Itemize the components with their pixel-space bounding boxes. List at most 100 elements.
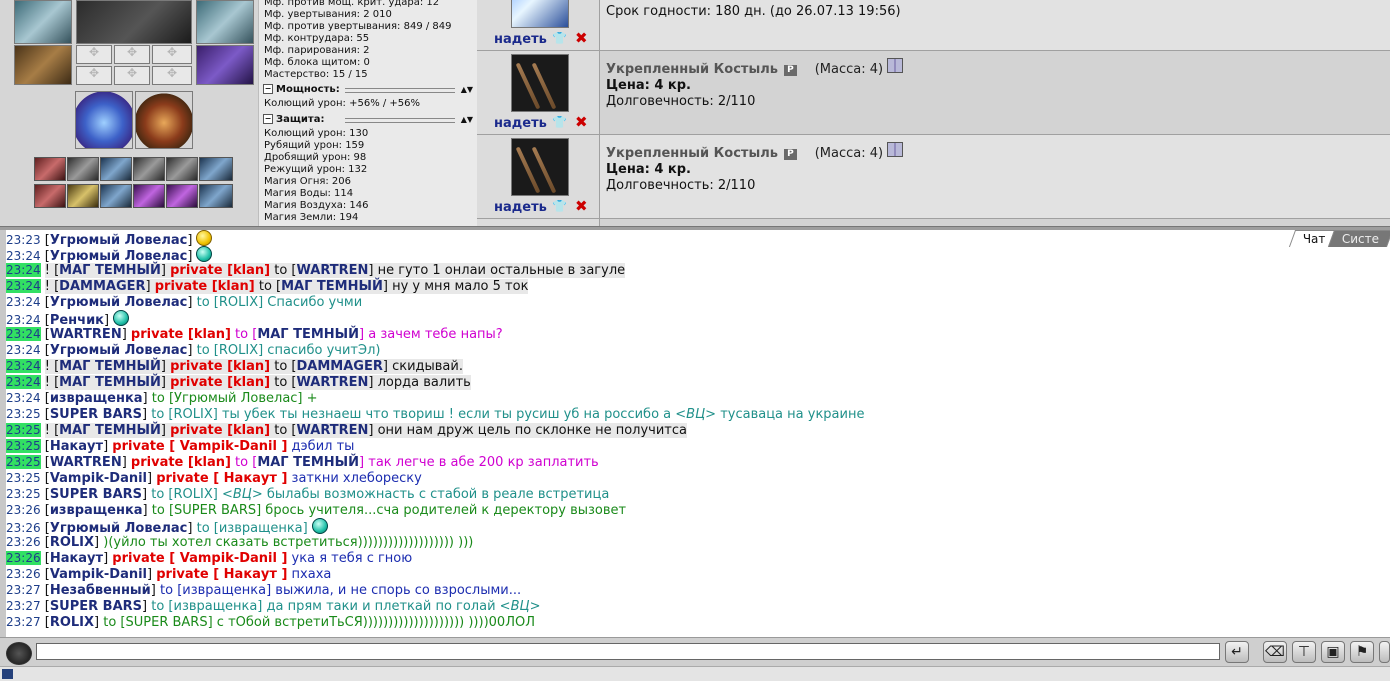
user-nick[interactable]: Vampik-Danil	[50, 471, 147, 486]
shirt-icon[interactable]: 👕	[552, 115, 567, 129]
put-on-link[interactable]: надеть	[494, 32, 547, 47]
chat-avatar-icon[interactable]	[6, 642, 32, 665]
message-time[interactable]: 23:23	[6, 233, 41, 247]
message-time[interactable]: 23:24	[6, 279, 41, 293]
equipment-slot-belt[interactable]	[14, 45, 72, 85]
message-time[interactable]: 23:25	[6, 423, 41, 437]
message-time[interactable]: 23:25	[6, 487, 41, 501]
defense-section-header[interactable]: − Защита: ▲▼	[263, 114, 473, 125]
user-nick[interactable]: DAMMAGER	[59, 279, 146, 294]
message-time[interactable]: 23:26	[6, 521, 41, 535]
message-time[interactable]: 23:26	[6, 503, 41, 517]
user-nick[interactable]: МАГ ТЕМНЫЙ	[59, 423, 161, 438]
skill-icon[interactable]	[100, 157, 132, 181]
settings-icon[interactable]	[1379, 641, 1390, 663]
scroll-arrows-icon[interactable]: ▲▼	[461, 84, 473, 95]
message-time[interactable]: 23:26	[6, 567, 41, 581]
user-nick[interactable]: МАГ ТЕМНЫЙ	[281, 279, 383, 294]
skill-icon[interactable]	[199, 184, 233, 208]
skill-icon[interactable]	[166, 157, 198, 181]
user-nick[interactable]: Vampik-Danil	[50, 567, 147, 582]
user-nick[interactable]: WARTREN	[50, 327, 122, 342]
enter-icon[interactable]: ↵	[1225, 641, 1249, 663]
message-time[interactable]: 23:25	[6, 455, 41, 469]
equipment-slot-armor[interactable]	[14, 0, 72, 44]
skill-icon[interactable]	[100, 184, 132, 208]
skill-icon[interactable]	[133, 157, 165, 181]
power-section-header[interactable]: − Мощность: ▲▼	[263, 84, 473, 95]
ring-slot-empty[interactable]	[114, 45, 150, 64]
user-nick[interactable]: WARTREN	[296, 375, 369, 390]
equipment-slot-weapon[interactable]	[196, 0, 254, 44]
user-nick[interactable]: Незабвенный	[50, 583, 151, 598]
user-nick[interactable]: ROLIX	[50, 535, 94, 550]
run-icon[interactable]: ⚑	[1350, 641, 1374, 663]
user-nick[interactable]: Накаут	[50, 551, 103, 566]
message-time[interactable]: 23:26	[6, 551, 41, 565]
user-nick[interactable]: WARTREN	[296, 423, 369, 438]
skill-icon[interactable]	[166, 184, 198, 208]
message-time[interactable]: 23:25	[6, 471, 41, 485]
gift-icon[interactable]	[887, 58, 904, 73]
equipment-slot-bag[interactable]	[75, 91, 133, 149]
rune-slot-empty[interactable]	[152, 66, 192, 85]
rune-slot-empty[interactable]	[114, 66, 150, 85]
scroll-arrows-icon[interactable]: ▲▼	[461, 114, 473, 125]
save-icon[interactable]: ▣	[1321, 641, 1345, 663]
user-nick[interactable]: Накаут	[50, 439, 103, 454]
collapse-icon[interactable]: −	[263, 84, 273, 94]
equipment-slot-amulet[interactable]	[135, 91, 193, 149]
user-nick[interactable]: WARTREN	[50, 455, 122, 470]
message-time[interactable]: 23:24	[6, 313, 41, 327]
message-time[interactable]: 23:24	[6, 263, 41, 277]
user-nick[interactable]: МАГ ТЕМНЫЙ	[257, 455, 359, 470]
user-nick[interactable]: МАГ ТЕМНЫЙ	[59, 263, 161, 278]
user-nick[interactable]: Угрюмый Ловелас	[50, 295, 188, 310]
equipment-slot-boots[interactable]	[196, 45, 254, 85]
user-nick[interactable]: ROLIX	[50, 615, 94, 630]
user-nick[interactable]: извращенка	[50, 503, 143, 518]
delete-icon[interactable]: ✖	[575, 29, 588, 47]
put-on-link[interactable]: надеть	[494, 116, 547, 131]
skill-icon[interactable]	[34, 157, 66, 181]
tab-system[interactable]: Систе	[1327, 230, 1390, 247]
message-time[interactable]: 23:27	[6, 615, 41, 629]
shirt-icon[interactable]: 👕	[552, 31, 567, 45]
skill-icon[interactable]	[133, 184, 165, 208]
shirt-icon[interactable]: 👕	[552, 199, 567, 213]
user-nick[interactable]: Угрюмый Ловелас	[50, 343, 188, 358]
skill-icon[interactable]	[67, 184, 99, 208]
message-time[interactable]: 23:24	[6, 249, 41, 263]
user-nick[interactable]: МАГ ТЕМНЫЙ	[59, 359, 161, 374]
delete-icon[interactable]: ✖	[575, 197, 588, 215]
user-nick[interactable]: МАГ ТЕМНЫЙ	[59, 375, 161, 390]
skill-icon[interactable]	[67, 157, 99, 181]
user-nick[interactable]: SUPER BARS	[50, 487, 142, 502]
message-time[interactable]: 23:24	[6, 359, 41, 373]
user-nick[interactable]: МАГ ТЕМНЫЙ	[257, 327, 359, 342]
user-nick[interactable]: SUPER BARS	[50, 599, 142, 614]
collapse-icon[interactable]: −	[263, 114, 273, 124]
ring-slot-empty[interactable]	[152, 45, 192, 64]
put-on-link[interactable]: надеть	[494, 200, 547, 215]
skill-icon[interactable]	[199, 157, 233, 181]
user-nick[interactable]: DAMMAGER	[296, 359, 383, 374]
item-name[interactable]: Укрепленный Костыль	[606, 146, 778, 161]
user-nick[interactable]: WARTREN	[296, 263, 369, 278]
user-nick[interactable]: SUPER BARS	[50, 407, 142, 422]
rune-slot-empty[interactable]	[76, 66, 112, 85]
message-time[interactable]: 23:24	[6, 343, 41, 357]
message-time[interactable]: 23:24	[6, 327, 41, 341]
delete-icon[interactable]: ✖	[575, 113, 588, 131]
filter-icon[interactable]: ⊤	[1292, 641, 1316, 663]
message-time[interactable]: 23:26	[6, 535, 41, 549]
chat-window[interactable]: 23:23 [Угрюмый Ловелас] 23:24 [Угрюмый Ло…	[0, 230, 1390, 637]
message-time[interactable]: 23:25	[6, 439, 41, 453]
item-name[interactable]: Укрепленный Костыль	[606, 62, 778, 77]
gift-icon[interactable]	[887, 142, 904, 157]
message-time[interactable]: 23:24	[6, 375, 41, 389]
skill-icon[interactable]	[34, 184, 66, 208]
message-time[interactable]: 23:24	[6, 391, 41, 405]
chat-input[interactable]	[36, 643, 1220, 660]
message-time[interactable]: 23:25	[6, 407, 41, 421]
